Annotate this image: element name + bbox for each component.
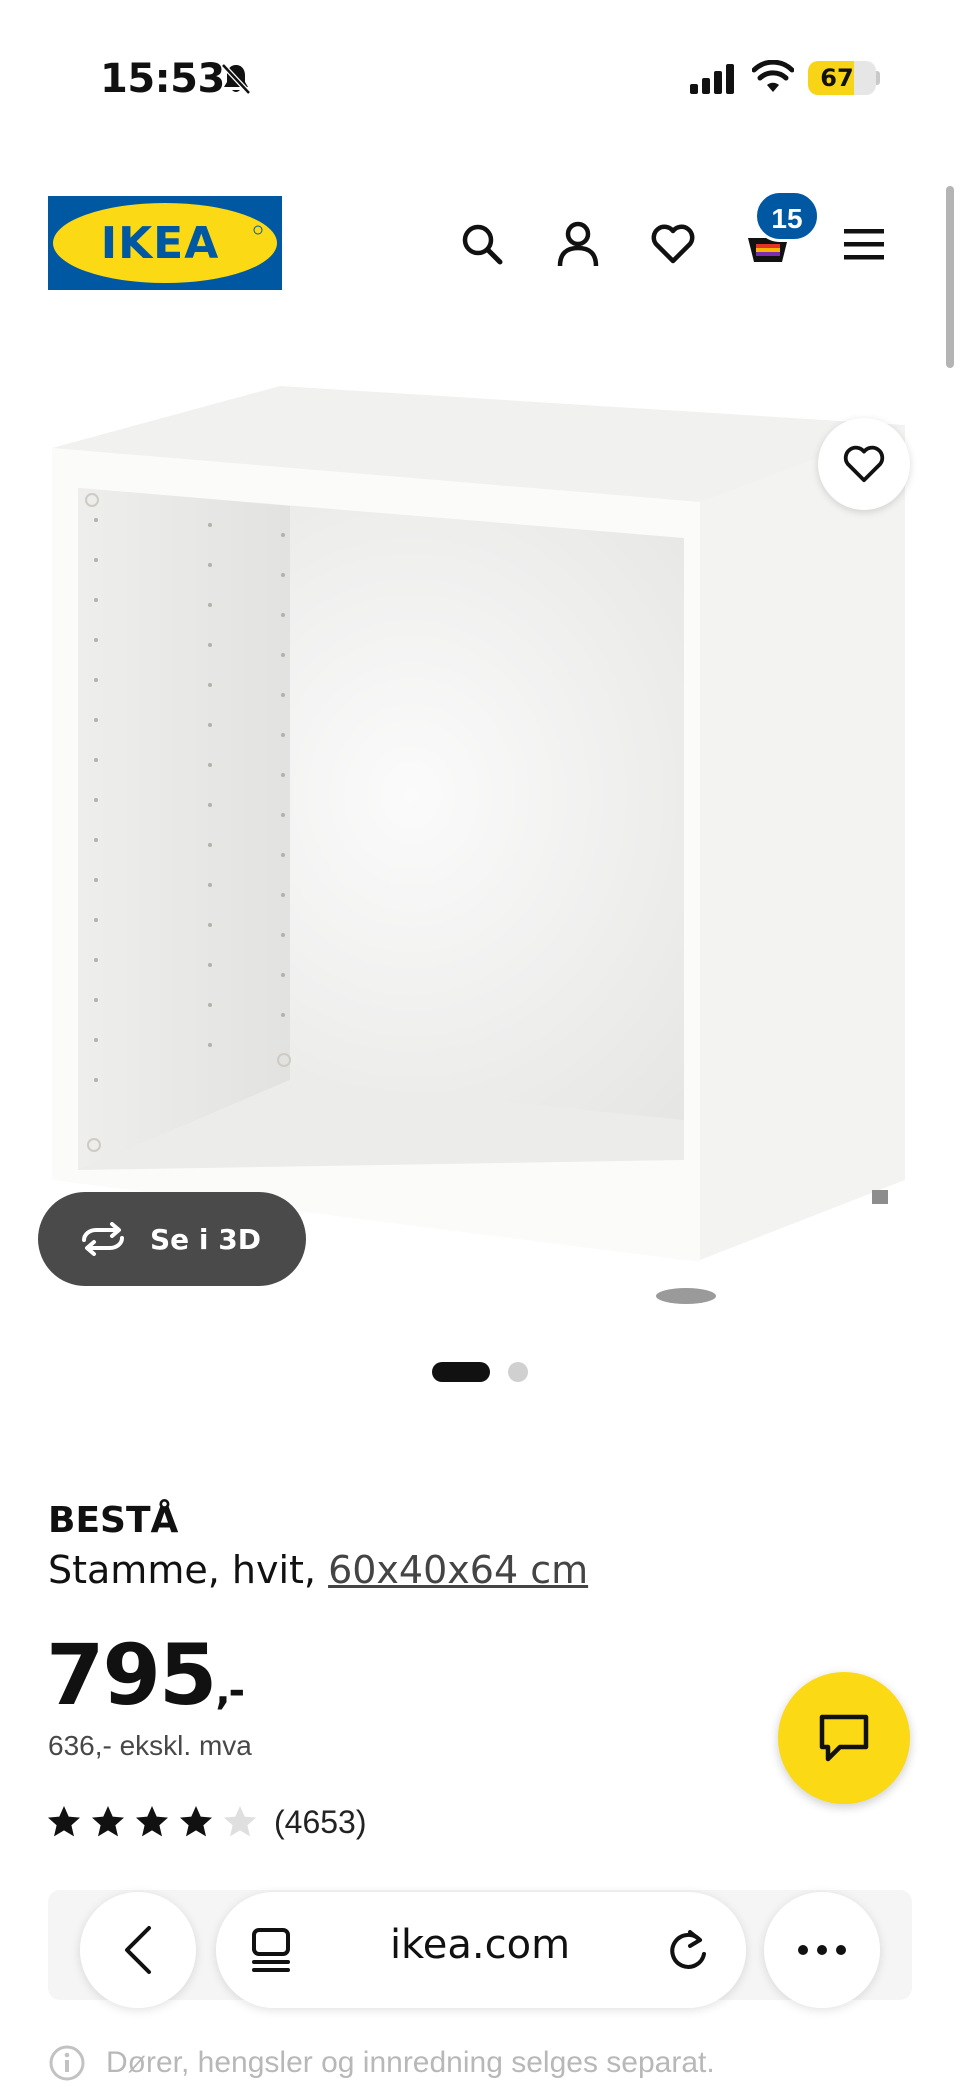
product-name: BESTÅ: [48, 1500, 179, 1541]
logo-text: IKEA: [101, 218, 220, 269]
notice: Dører, hengsler og innredning selges sep…: [48, 2044, 715, 2082]
star-empty-icon: [224, 1806, 256, 1837]
chat-icon: [819, 1714, 869, 1762]
add-to-favourites-button[interactable]: [818, 418, 910, 510]
battery-indicator: 67: [808, 61, 876, 95]
cart-count-badge[interactable]: 15: [754, 190, 820, 242]
info-icon: [49, 2045, 85, 2081]
product-price: 795,-: [46, 1626, 245, 1724]
star-filled-icon: [48, 1806, 80, 1837]
more-options-button[interactable]: [764, 1892, 880, 2008]
price-excluding-vat: 636,- ekskl. mva: [48, 1730, 252, 1761]
scrollbar-thumb[interactable]: [946, 186, 954, 368]
ikea-logo[interactable]: IKEA: [48, 196, 282, 290]
signal-icon: [690, 64, 734, 94]
notice-text: Dører, hengsler og innredning selges sep…: [106, 2046, 715, 2079]
carousel-dot[interactable]: [508, 1362, 528, 1382]
bell-slash-icon: [221, 63, 251, 95]
star-filled-icon: [92, 1806, 124, 1837]
battery-level: 67: [820, 64, 854, 92]
tabs-icon[interactable]: [246, 1924, 298, 1976]
heart-icon: [843, 445, 885, 483]
browser-back-button[interactable]: [80, 1892, 196, 2008]
heart-icon[interactable]: [645, 216, 701, 272]
status-time: 15:53: [100, 56, 225, 102]
battery-tip: [876, 71, 880, 85]
star-filled-icon: [180, 1806, 212, 1837]
view-in-3d-label: Se i 3D: [150, 1222, 261, 1256]
more-icon: [798, 1945, 846, 1955]
product-description: Stamme, hvit, 60x40x64 cm: [48, 1548, 588, 1592]
search-icon[interactable]: [454, 216, 510, 272]
chat-button[interactable]: [778, 1672, 910, 1804]
product-image[interactable]: [0, 372, 960, 1312]
star-filled-icon: [136, 1806, 168, 1837]
url-text[interactable]: ikea.com: [330, 1922, 630, 1968]
rotate-3d-icon: [82, 1222, 124, 1256]
wifi-icon: [752, 60, 794, 92]
review-count[interactable]: (4653): [274, 1804, 367, 1841]
view-in-3d-button[interactable]: Se i 3D: [38, 1192, 306, 1286]
menu-icon[interactable]: [836, 216, 892, 272]
carousel-dot-active[interactable]: [432, 1362, 490, 1382]
product-type: Stamme, hvit,: [48, 1548, 329, 1592]
price-suffix: ,-: [215, 1668, 245, 1714]
back-icon: [125, 1926, 151, 1974]
product-size-link[interactable]: 60x40x64 cm: [328, 1548, 588, 1592]
reload-icon[interactable]: [664, 1924, 712, 1976]
rating-stars[interactable]: [46, 1804, 258, 1840]
user-icon[interactable]: [550, 216, 606, 272]
price-amount: 795: [46, 1626, 217, 1724]
